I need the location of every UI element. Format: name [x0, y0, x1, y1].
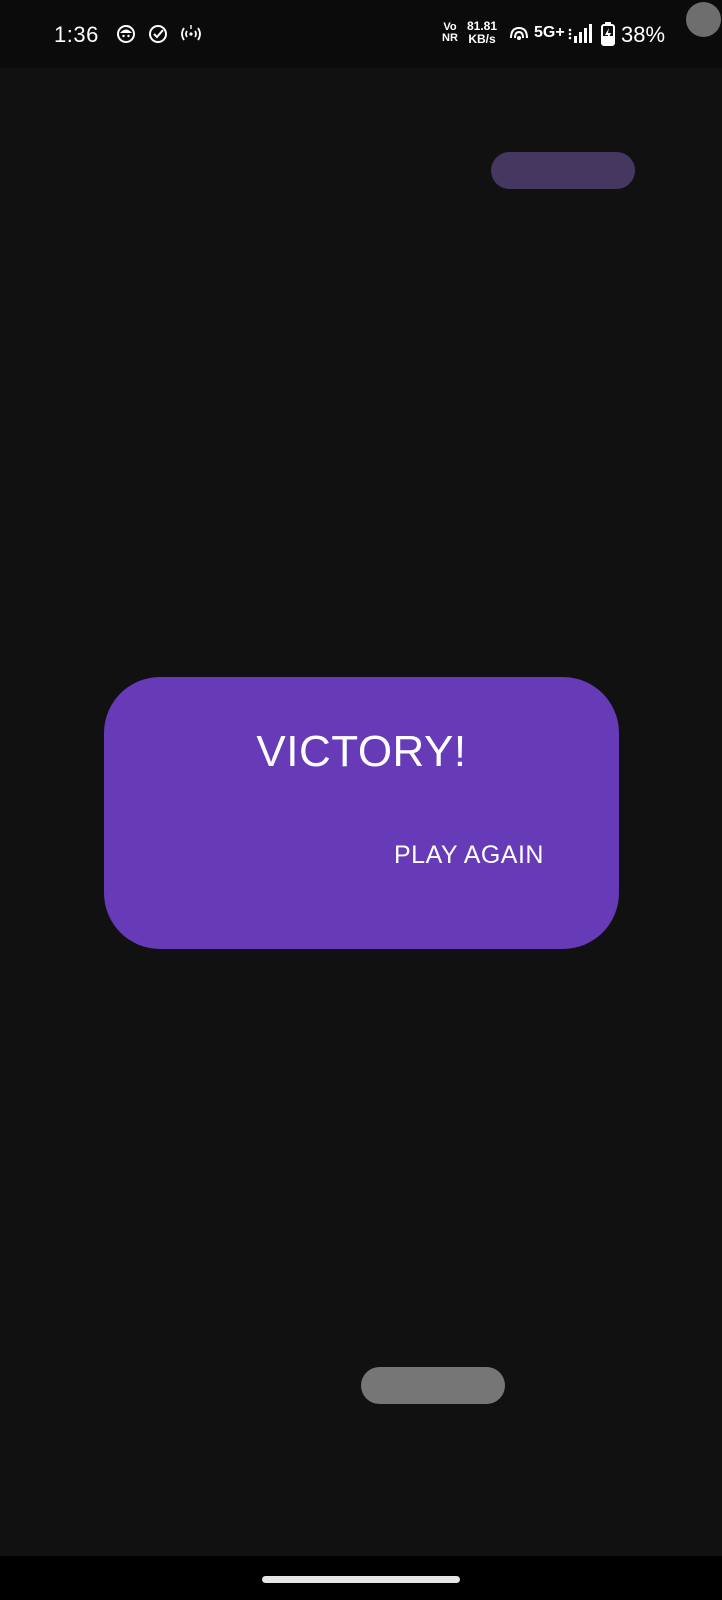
app-face-icon [116, 24, 136, 44]
camera-cutout [686, 2, 721, 37]
network-type-bottom: NR [442, 32, 458, 44]
network-speed-value: 81.81 [466, 19, 498, 33]
signal-bars-icon [568, 24, 592, 44]
victory-dialog: VICTORY! PLAY AGAIN [104, 677, 619, 949]
home-gesture-bar[interactable] [262, 1576, 460, 1583]
nfc-signal-icon [508, 24, 530, 44]
status-time: 1:36 [54, 22, 99, 47]
network-speed: 81.81 KB/s [462, 20, 502, 46]
network-speed-unit: KB/s [468, 32, 496, 46]
network-type-indicator: Vo NR [440, 22, 460, 44]
status-bar: 1:36 Vo NR 81.81 KB/s 5G+ 38% [0, 0, 722, 68]
check-circle-icon [148, 24, 168, 44]
opponent-paddle [491, 152, 635, 189]
result-title: VICTORY! [256, 727, 467, 776]
hotspot-broadcast-icon [178, 24, 204, 44]
battery-charging-icon [601, 22, 615, 46]
cellular-label: 5G+ [534, 24, 565, 41]
navigation-bar [0, 1556, 722, 1600]
battery-percent: 38% [621, 22, 666, 47]
player-paddle[interactable] [361, 1367, 505, 1404]
play-again-button[interactable]: PLAY AGAIN [394, 841, 544, 870]
